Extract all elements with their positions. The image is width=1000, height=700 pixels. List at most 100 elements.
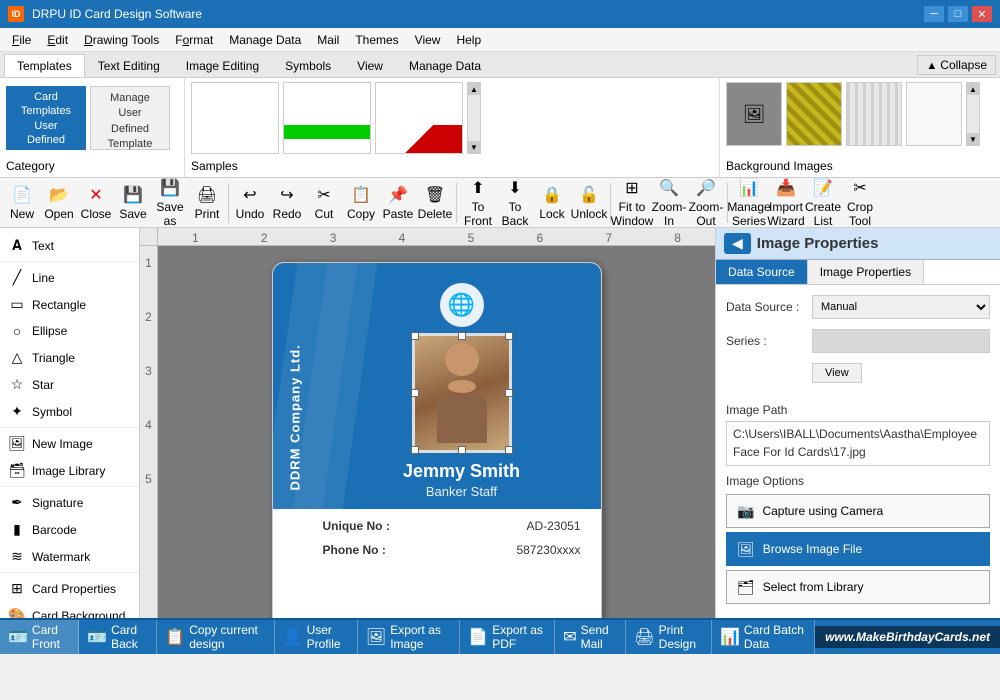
bottombar-export-pdf[interactable]: 📄 Export as PDF [460,620,555,654]
tool-new-image[interactable]: 🖼 New Image [0,430,139,457]
ellipse-icon: ○ [8,323,26,339]
panel-tabs: Data Source Image Properties [716,260,1000,285]
tab-text-editing[interactable]: Text Editing [85,54,173,77]
bg-scroll-up[interactable]: ▲ [967,83,979,95]
paste-button[interactable]: 📌Paste [380,181,416,225]
cut-button[interactable]: ✂Cut [306,181,342,225]
import-wizard-button[interactable]: 📥Import Wizard [768,181,804,225]
ribbon-tabs: Templates Text Editing Image Editing Sym… [0,52,1000,78]
manage-series-button[interactable]: 📊Manage Series [731,181,767,225]
bottombar-card-batch[interactable]: 📊 Card Batch Data [712,620,815,654]
tool-image-library[interactable]: 🗃 Image Library [0,457,139,484]
undo-button[interactable]: ↩Undo [232,181,268,225]
manage-user-defined-button[interactable]: ManageUserDefinedTemplate [90,86,170,150]
canvas-inner[interactable]: DDRM Company Ltd. 🌐 [158,246,715,618]
menu-edit[interactable]: Edit [39,31,76,49]
panel-back-button[interactable]: ◀ [724,233,751,254]
tab-view[interactable]: View [344,54,396,77]
bg-scroll-down[interactable]: ▼ [967,133,979,145]
samples-scrollbar[interactable]: ▲ ▼ [467,82,481,154]
bottombar-print-design[interactable]: 🖨 Print Design [626,620,712,654]
tab-data-source[interactable]: Data Source [716,260,808,284]
menu-themes[interactable]: Themes [347,31,406,49]
delete-button[interactable]: 🗑Delete [417,181,453,225]
capture-camera-button[interactable]: 📷 Capture using Camera [726,494,990,528]
sample-1[interactable] [191,82,279,154]
zoom-in-button[interactable]: 🔍Zoom-In [651,181,687,225]
tool-line[interactable]: ╱ Line [0,264,139,291]
tool-watermark[interactable]: ≋ Watermark [0,543,139,570]
right-panel: ◀ Image Properties Data Source Image Pro… [715,228,1000,618]
menu-mail[interactable]: Mail [309,31,347,49]
to-front-button[interactable]: ⬆To Front [460,181,496,225]
tab-manage-data[interactable]: Manage Data [396,54,494,77]
image-library-icon: 🗃 [8,462,26,479]
fit-window-button[interactable]: ⊞Fit to Window [614,181,650,225]
bg-thumb-3[interactable] [846,82,902,146]
bottombar-card-front[interactable]: 🪪 Card Front [0,620,79,654]
photo-frame[interactable] [412,333,512,453]
tab-image-properties[interactable]: Image Properties [808,260,924,284]
card-templates-button[interactable]: Card TemplatesUser Defined [6,86,86,150]
tool-signature[interactable]: ✒ Signature [0,489,139,516]
tool-ellipse[interactable]: ○ Ellipse [0,318,139,344]
close-doc-button[interactable]: ✕Close [78,181,114,225]
view-button[interactable]: View [812,363,862,383]
copy-button[interactable]: 📋Copy [343,181,379,225]
collapse-button[interactable]: ▲ Collapse [917,55,996,75]
maximize-button[interactable]: □ [948,6,968,22]
crop-tool-button[interactable]: ✂Crop Tool [842,181,878,225]
tab-symbols[interactable]: Symbols [272,54,344,77]
unlock-button[interactable]: 🔓Unlock [571,181,607,225]
open-button[interactable]: 📂Open [41,181,77,225]
menu-format[interactable]: Format [167,31,221,49]
sample-3[interactable] [375,82,463,154]
tool-card-properties[interactable]: ⊞ Card Properties [0,575,139,602]
menu-view[interactable]: View [407,31,449,49]
card-batch-icon: 📊 [720,627,740,647]
tool-barcode[interactable]: ▮ Barcode [0,516,139,543]
tool-rectangle[interactable]: ▭ Rectangle [0,291,139,318]
scroll-up[interactable]: ▲ [468,83,480,95]
menu-drawing-tools[interactable]: Drawing Tools [76,31,167,49]
print-button[interactable]: 🖨Print [189,181,225,225]
lock-button[interactable]: 🔒Lock [534,181,570,225]
browse-image-button[interactable]: 🖼 Browse Image File [726,532,990,566]
bottombar-send-mail[interactable]: ✉ Send Mail [555,620,626,654]
card-background-icon: 🎨 [8,607,26,618]
tool-star[interactable]: ☆ Star [0,371,139,398]
new-button[interactable]: 📄New [4,181,40,225]
redo-button[interactable]: ↪Redo [269,181,305,225]
close-button[interactable]: ✕ [972,6,992,22]
bg-scrollbar[interactable]: ▲ ▼ [966,82,980,146]
minimize-button[interactable]: ─ [924,6,944,22]
star-icon: ☆ [8,376,26,393]
bottombar-card-back[interactable]: 🪪 Card Back [79,620,157,654]
zoom-out-button[interactable]: 🔎Zoom-Out [688,181,724,225]
menu-manage-data[interactable]: Manage Data [221,31,309,49]
menu-help[interactable]: Help [448,31,489,49]
scroll-down[interactable]: ▼ [468,141,480,153]
save-as-button[interactable]: 💾Save as [152,181,188,225]
menu-file[interactable]: File [4,31,39,49]
tool-symbol[interactable]: ✦ Symbol [0,398,139,425]
tool-text[interactable]: 𝐀 Text [0,232,139,259]
data-source-select[interactable]: Manual [812,295,990,319]
tool-triangle[interactable]: △ Triangle [0,344,139,371]
tool-card-background[interactable]: 🎨 Card Background [0,602,139,618]
bottombar-copy-design[interactable]: 📋 Copy current design [157,620,274,654]
select-library-button[interactable]: 🗂 Select from Library [726,570,990,604]
save-button[interactable]: 💾Save [115,181,151,225]
bottombar-export-image[interactable]: 🖼 Export as Image [358,620,460,654]
bg-thumb-4[interactable] [906,82,962,146]
tab-templates[interactable]: Templates [4,54,85,77]
sample-2[interactable] [283,82,371,154]
print-design-icon: 🖨 [634,627,654,647]
to-back-button[interactable]: ⬇To Back [497,181,533,225]
create-list-button[interactable]: 📝Create List [805,181,841,225]
bg-thumb-1[interactable]: 🖼 [726,82,782,146]
series-input[interactable] [812,329,990,353]
bg-thumb-2[interactable] [786,82,842,146]
tab-image-editing[interactable]: Image Editing [173,54,272,77]
bottombar-user-profile[interactable]: 👤 User Profile [275,620,358,654]
